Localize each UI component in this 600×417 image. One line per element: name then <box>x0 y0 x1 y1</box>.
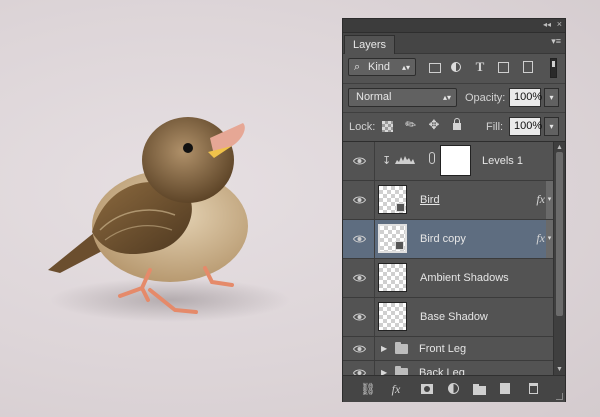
row-divider <box>374 259 375 297</box>
search-icon: ⌕ <box>354 61 361 73</box>
panel-menu-icon[interactable]: ▾≡ <box>551 36 561 47</box>
folder-icon <box>395 341 408 354</box>
resize-grip-icon[interactable] <box>556 393 563 400</box>
add-mask-icon[interactable] <box>419 381 435 397</box>
layer-row-ambient-shadows[interactable]: Ambient Shadows <box>343 259 553 298</box>
folder-icon <box>395 365 408 375</box>
type-layer-filter-icon[interactable]: T <box>474 60 486 73</box>
layer-row-base-shadow[interactable]: Base Shadow <box>343 298 553 337</box>
blend-mode-value: Normal <box>356 91 392 103</box>
expand-group-icon[interactable]: ▶ <box>381 368 387 376</box>
row-divider <box>374 220 375 258</box>
new-adjustment-layer-icon[interactable] <box>445 381 461 397</box>
expand-effects-icon[interactable]: ▾ <box>546 220 553 258</box>
delete-layer-icon[interactable] <box>525 381 541 397</box>
row-divider <box>374 181 375 219</box>
lock-image-pixels-icon[interactable]: ✎ <box>402 115 420 134</box>
visibility-eye-icon[interactable] <box>353 274 366 282</box>
smart-object-icon <box>396 203 405 212</box>
row-divider <box>374 361 375 375</box>
smart-object-filter-icon[interactable] <box>523 61 533 73</box>
layer-group-front-leg[interactable]: ▶ Front Leg <box>343 337 553 361</box>
blend-options-bar: Normal ▴▾ Opacity: 100% ▾ <box>343 84 565 113</box>
pixel-layer-filter-icon[interactable] <box>429 63 441 73</box>
layer-thumbnail[interactable] <box>378 263 407 292</box>
shape-layer-filter-icon[interactable] <box>498 62 509 73</box>
layers-scrollbar[interactable]: ▲ ▼ <box>553 142 565 375</box>
add-layer-style-icon[interactable]: fx <box>388 381 404 397</box>
layer-thumbnail[interactable] <box>378 302 407 331</box>
dropdown-arrows-icon: ▴▾ <box>401 63 410 72</box>
layers-panel: ◂◂ × Layers ▾≡ ⌕ Kind ▴▾ T Normal ▴▾ Opa… <box>342 18 566 402</box>
visibility-eye-icon[interactable] <box>353 313 366 321</box>
layer-row-levels[interactable]: ↧ Levels 1 <box>343 142 553 181</box>
layer-name: Ambient Shadows <box>420 272 509 284</box>
new-group-icon[interactable] <box>471 381 487 397</box>
layer-effects-icon[interactable]: fx <box>536 231 545 246</box>
row-divider <box>374 142 375 180</box>
panel-title-bar[interactable]: ◂◂ × <box>343 19 565 33</box>
opacity-dropdown-button[interactable]: ▾ <box>544 88 559 107</box>
filter-kind-select[interactable]: ⌕ Kind ▴▾ <box>348 58 416 76</box>
link-layers-icon[interactable]: ⛓ <box>360 381 376 397</box>
layer-name: Front Leg <box>419 342 467 355</box>
scrollbar-thumb[interactable] <box>556 152 563 316</box>
link-icon[interactable] <box>429 152 435 164</box>
new-layer-icon[interactable] <box>497 381 513 397</box>
filter-toggle-switch[interactable] <box>550 58 557 78</box>
row-divider <box>374 337 375 360</box>
layer-row-bird-copy[interactable]: Bird copy fx ▾ <box>343 220 553 259</box>
layers-list: ↧ Levels 1 Bird fx ▾ Bird copy fx ▾ Ambi… <box>343 142 553 375</box>
layers-footer-toolbar: ⛓ fx <box>343 375 565 402</box>
fill-label: Fill: <box>486 121 504 133</box>
lock-transparent-pixels-icon[interactable] <box>382 121 393 132</box>
layer-thumbnail[interactable] <box>378 185 407 214</box>
fill-dropdown-button[interactable]: ▾ <box>544 117 559 136</box>
expand-group-icon[interactable]: ▶ <box>381 344 387 353</box>
blend-mode-select[interactable]: Normal ▴▾ <box>348 88 457 107</box>
clipping-mask-icon: ↧ <box>382 155 392 167</box>
panel-tab-bar: Layers ▾≡ <box>343 33 565 54</box>
scroll-down-arrow-icon[interactable]: ▼ <box>556 366 563 373</box>
layer-name: Bird copy <box>420 233 466 245</box>
layer-group-back-leg[interactable]: ▶ Back Leg <box>343 361 553 375</box>
adjustment-layer-filter-icon[interactable] <box>451 62 463 74</box>
smart-object-icon <box>395 241 404 250</box>
lock-all-icon[interactable] <box>451 118 463 131</box>
levels-adjustment-icon <box>395 154 415 164</box>
layer-name: Base Shadow <box>420 311 488 323</box>
sparrow-chick-image <box>48 117 290 322</box>
close-icon[interactable]: × <box>557 19 562 30</box>
visibility-eye-icon[interactable] <box>353 235 366 243</box>
layer-name: Bird <box>420 194 440 206</box>
layer-row-bird[interactable]: Bird fx ▾ <box>343 181 553 220</box>
opacity-label: Opacity: <box>465 92 506 104</box>
visibility-eye-icon[interactable] <box>353 196 366 204</box>
lock-position-icon[interactable]: ✥ <box>428 118 440 131</box>
lock-options-bar: Lock: ✎ ✥ Fill: 100% ▾ <box>343 113 565 142</box>
lock-label: Lock: <box>349 121 376 133</box>
visibility-eye-icon[interactable] <box>353 345 366 353</box>
tab-layers[interactable]: Layers <box>344 35 396 54</box>
visibility-eye-icon[interactable] <box>353 157 366 165</box>
dropdown-arrows-icon: ▴▾ <box>442 93 451 102</box>
expand-effects-icon[interactable]: ▾ <box>546 181 553 219</box>
double-chevron-icon[interactable]: ◂◂ <box>543 20 551 30</box>
layer-name: Levels 1 <box>482 155 523 167</box>
layer-filter-bar: ⌕ Kind ▴▾ T <box>343 55 565 84</box>
opacity-input[interactable]: 100% <box>509 88 542 107</box>
row-divider <box>374 298 375 336</box>
fill-input[interactable]: 100% <box>509 117 542 136</box>
scroll-up-arrow-icon[interactable]: ▲ <box>556 144 563 151</box>
layer-effects-icon[interactable]: fx <box>536 192 545 207</box>
filter-kind-label: Kind <box>368 61 391 73</box>
layer-thumbnail[interactable] <box>378 224 407 253</box>
layer-mask-thumbnail[interactable] <box>440 145 471 176</box>
layer-name: Back Leg <box>419 366 465 376</box>
